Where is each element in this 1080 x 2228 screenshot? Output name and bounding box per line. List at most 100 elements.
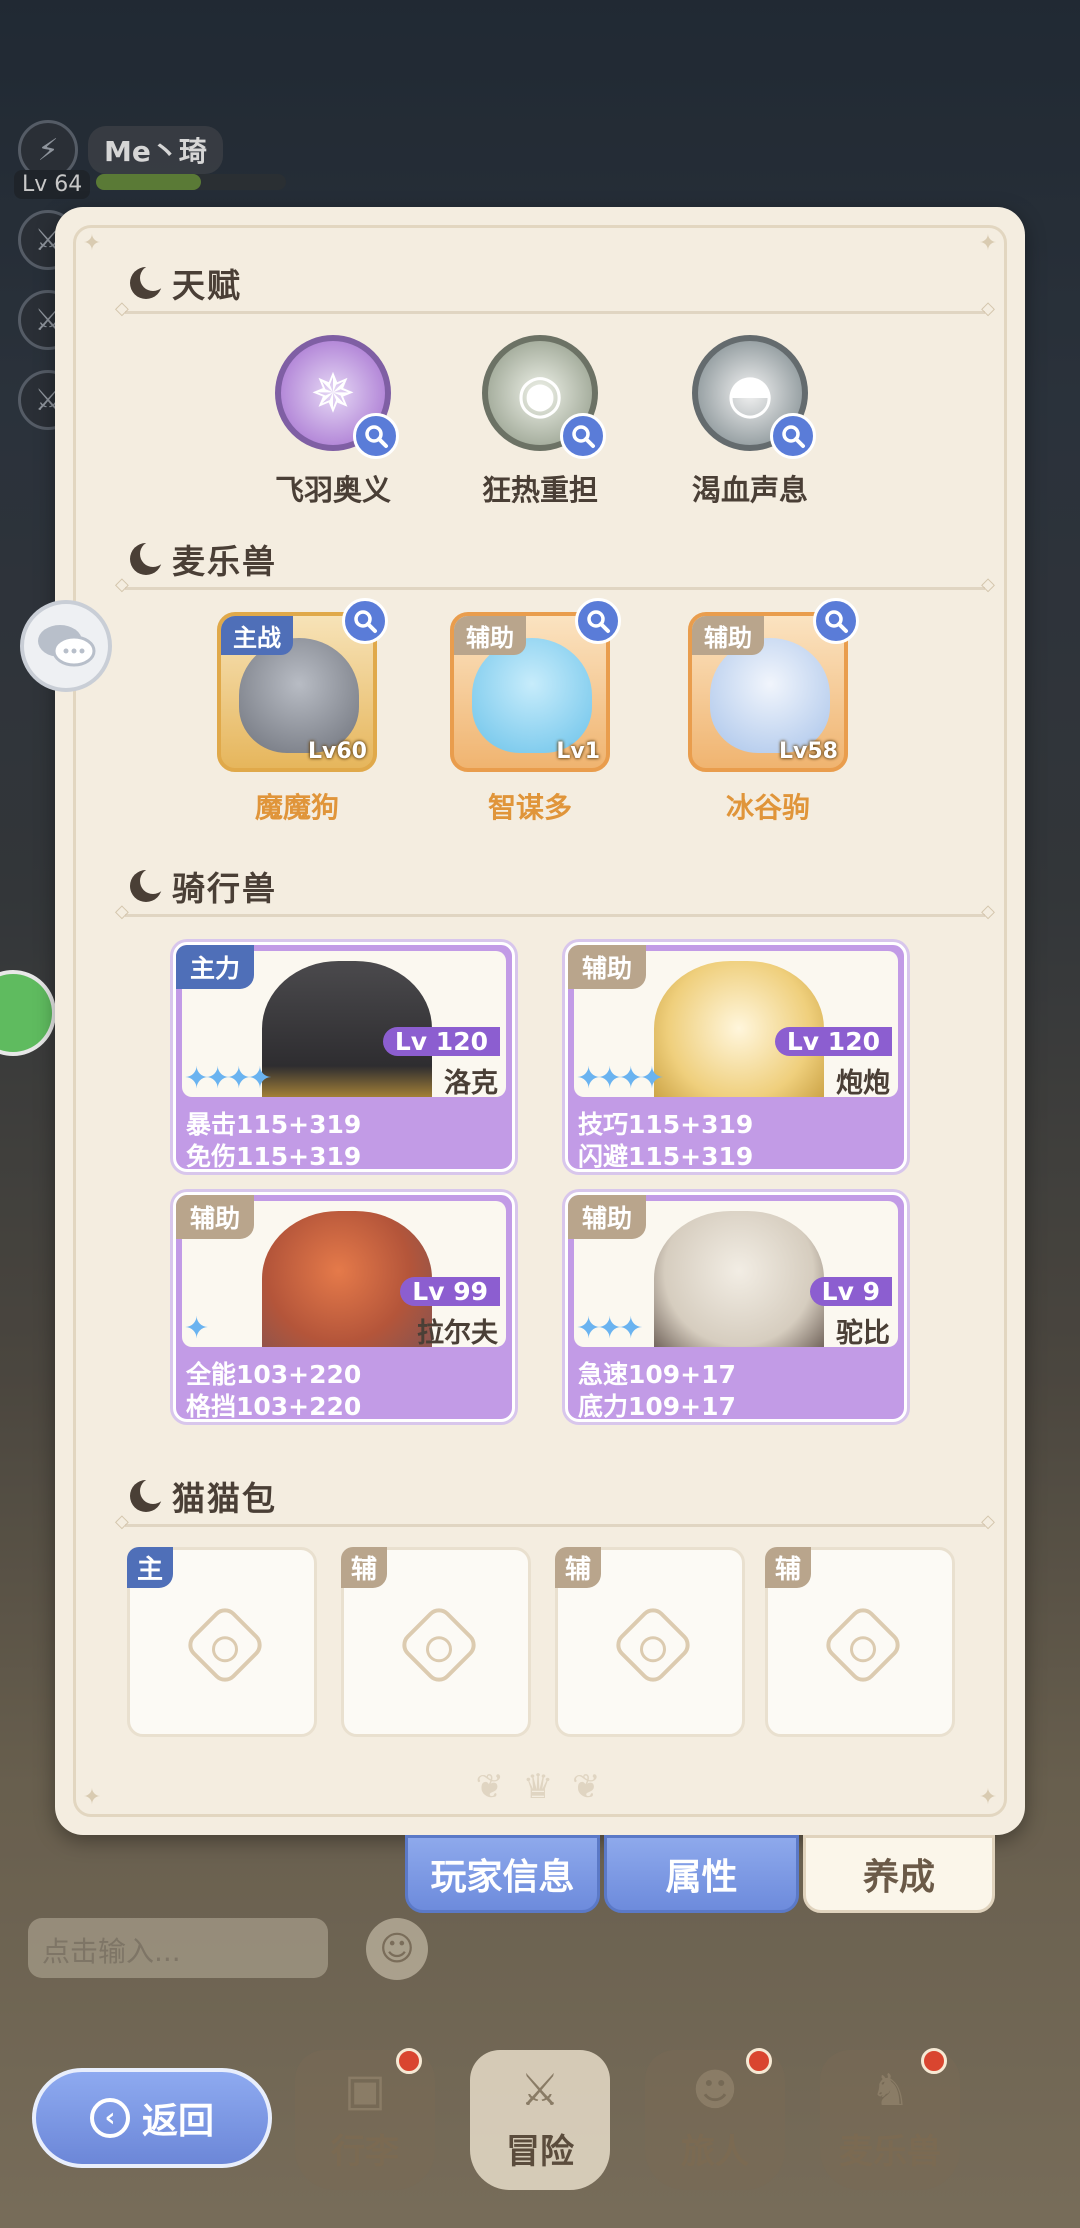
mount-level: Lv 120	[382, 1027, 500, 1056]
pet-portrait	[710, 638, 830, 753]
bag-role-tag: 辅	[765, 1547, 812, 1588]
mount-card[interactable]: 辅助 Lv 120 炮炮 ✦✦✦✦ 技巧115+319 闪避115+319	[565, 942, 907, 1172]
mount-portrait	[654, 1211, 824, 1347]
magnifier-icon[interactable]	[575, 598, 621, 644]
bag-slot[interactable]: 主	[127, 1547, 317, 1737]
empty-slot-icon	[820, 1602, 906, 1688]
mount-stat: 格挡103+220	[186, 1392, 362, 1421]
mount-level: Lv 9	[809, 1277, 892, 1306]
mount-role-tag: 辅助	[176, 1195, 255, 1239]
mount-name: 拉尔夫	[417, 1318, 498, 1349]
mount-stat: 急速109+17	[578, 1360, 736, 1389]
section-mounts: 骑行兽	[130, 862, 277, 910]
section-talent: 天赋	[130, 259, 242, 307]
nav-travelers[interactable]: ☻ 旅人	[640, 2030, 790, 2200]
corner-ornament: ✦	[82, 231, 102, 256]
bag-role-tag: 辅	[341, 1547, 388, 1588]
mount-card[interactable]: 主力 Lv 120 洛克 ✦✦✦✦ 暴击115+319 免伤115+319	[173, 942, 515, 1172]
mount-name: 炮炮	[836, 1068, 890, 1099]
talent-icon: ◓	[692, 335, 816, 459]
moon-icon	[130, 868, 166, 902]
notification-dot	[396, 2048, 422, 2074]
pet-level: Lv58	[779, 739, 838, 764]
section-pets: 麦乐兽	[130, 535, 277, 583]
chat-bubble-icon[interactable]	[20, 600, 112, 692]
bag-role-tag: 辅	[555, 1547, 602, 1588]
bag-slot[interactable]: 辅	[555, 1547, 745, 1737]
pet-icon: ♞	[870, 2064, 910, 2116]
mount-level: Lv 99	[400, 1277, 500, 1306]
nav-pets[interactable]: ♞ 麦乐兽	[815, 2030, 965, 2200]
corner-ornament: ✦	[978, 231, 998, 256]
magnifier-icon[interactable]	[353, 413, 399, 459]
corner-ornament: ✦	[82, 1785, 102, 1810]
mount-stat: 底力109+17	[578, 1392, 736, 1421]
empty-slot-icon	[182, 1602, 268, 1688]
corner-ornament: ✦	[978, 1785, 998, 1810]
panel-ornament: ❦ ♛ ❦	[475, 1767, 605, 1807]
mount-stat: 技巧115+319	[578, 1110, 754, 1139]
bag-slot[interactable]: 辅	[341, 1547, 531, 1737]
mount-role-tag: 辅助	[568, 1195, 647, 1239]
moon-icon	[130, 541, 166, 575]
crossed-swords-icon: ⚔	[520, 2064, 560, 2116]
star-rating: ✦✦✦	[576, 1311, 643, 1346]
magnifier-icon[interactable]	[560, 413, 606, 459]
talent-item[interactable]: ◓ 渴血声息	[680, 335, 820, 509]
magnifier-icon[interactable]	[813, 598, 859, 644]
chat-input[interactable]: 点击输入...	[28, 1918, 328, 1978]
pet-role-tag: 辅助	[692, 616, 764, 655]
section-bags: 猫猫包	[130, 1472, 277, 1520]
talent-item[interactable]: ◉ 狂热重担	[470, 335, 610, 509]
mount-name: 驼比	[836, 1318, 890, 1349]
pet-level: Lv1	[556, 739, 600, 764]
star-rating: ✦✦✦✦	[184, 1061, 273, 1096]
emoji-icon[interactable]: ☺	[366, 1918, 428, 1980]
profile-panel: ✦ ✦ ✦ ✦ 天赋 ✵ 飞羽奥义 ◉ 狂热重担 ◓ 渴血声息 麦乐兽	[55, 207, 1025, 1835]
mount-stat: 免伤115+319	[186, 1142, 362, 1171]
empty-slot-icon	[610, 1602, 696, 1688]
star-rating: ✦	[184, 1311, 209, 1346]
tab-cultivate[interactable]: 养成	[803, 1835, 995, 1913]
pet-card[interactable]: 辅助 Lv58 冰谷驹	[683, 598, 859, 826]
mount-card[interactable]: 辅助 Lv 9 驼比 ✦✦✦ 急速109+17 底力109+17	[565, 1192, 907, 1422]
moon-icon	[130, 1478, 166, 1512]
bag-slot[interactable]: 辅	[765, 1547, 955, 1737]
player-level: Lv 64	[14, 170, 91, 199]
player-name: Me丶琦	[88, 126, 223, 174]
chest-icon: ▣	[344, 2064, 386, 2116]
pet-role-tag: 主战	[221, 616, 293, 655]
mount-stat: 闪避115+319	[578, 1142, 754, 1171]
pet-level: Lv60	[308, 739, 367, 764]
pet-portrait	[239, 638, 359, 753]
pet-card[interactable]: 主战 Lv60 魔魔狗	[212, 598, 388, 826]
tab-player-info[interactable]: 玩家信息	[405, 1835, 600, 1913]
star-rating: ✦✦✦✦	[576, 1061, 665, 1096]
tab-attributes[interactable]: 属性	[604, 1835, 799, 1913]
mount-role-tag: 辅助	[568, 945, 647, 989]
empty-slot-icon	[396, 1602, 482, 1688]
pet-portrait	[472, 638, 592, 753]
mount-stat: 暴击115+319	[186, 1110, 362, 1139]
mount-card[interactable]: 辅助 Lv 99 拉尔夫 ✦ 全能103+220 格挡103+220	[173, 1192, 515, 1422]
talent-icon: ◉	[482, 335, 606, 459]
mount-name: 洛克	[444, 1068, 498, 1099]
magnifier-icon[interactable]	[342, 598, 388, 644]
hp-bar	[96, 174, 286, 190]
pet-role-tag: 辅助	[454, 616, 526, 655]
pet-card[interactable]: 辅助 Lv1 智谋多	[445, 598, 621, 826]
mount-stat: 全能103+220	[186, 1360, 362, 1389]
mount-role-tag: 主力	[176, 945, 255, 989]
notification-dot	[746, 2048, 772, 2074]
back-arrow-icon: ‹	[89, 2098, 130, 2138]
mount-level: Lv 120	[774, 1027, 892, 1056]
moon-icon	[130, 265, 166, 299]
nav-adventure[interactable]: ⚔ 冒险	[465, 2030, 615, 2200]
magnifier-icon[interactable]	[770, 413, 816, 459]
back-button[interactable]: ‹ 返回	[32, 2068, 272, 2168]
bag-role-tag: 主	[127, 1547, 174, 1588]
nav-bag[interactable]: ▣ 行李	[290, 2030, 440, 2200]
talent-item[interactable]: ✵ 飞羽奥义	[263, 335, 403, 509]
talent-icon: ✵	[275, 335, 399, 459]
notification-dot	[921, 2048, 947, 2074]
